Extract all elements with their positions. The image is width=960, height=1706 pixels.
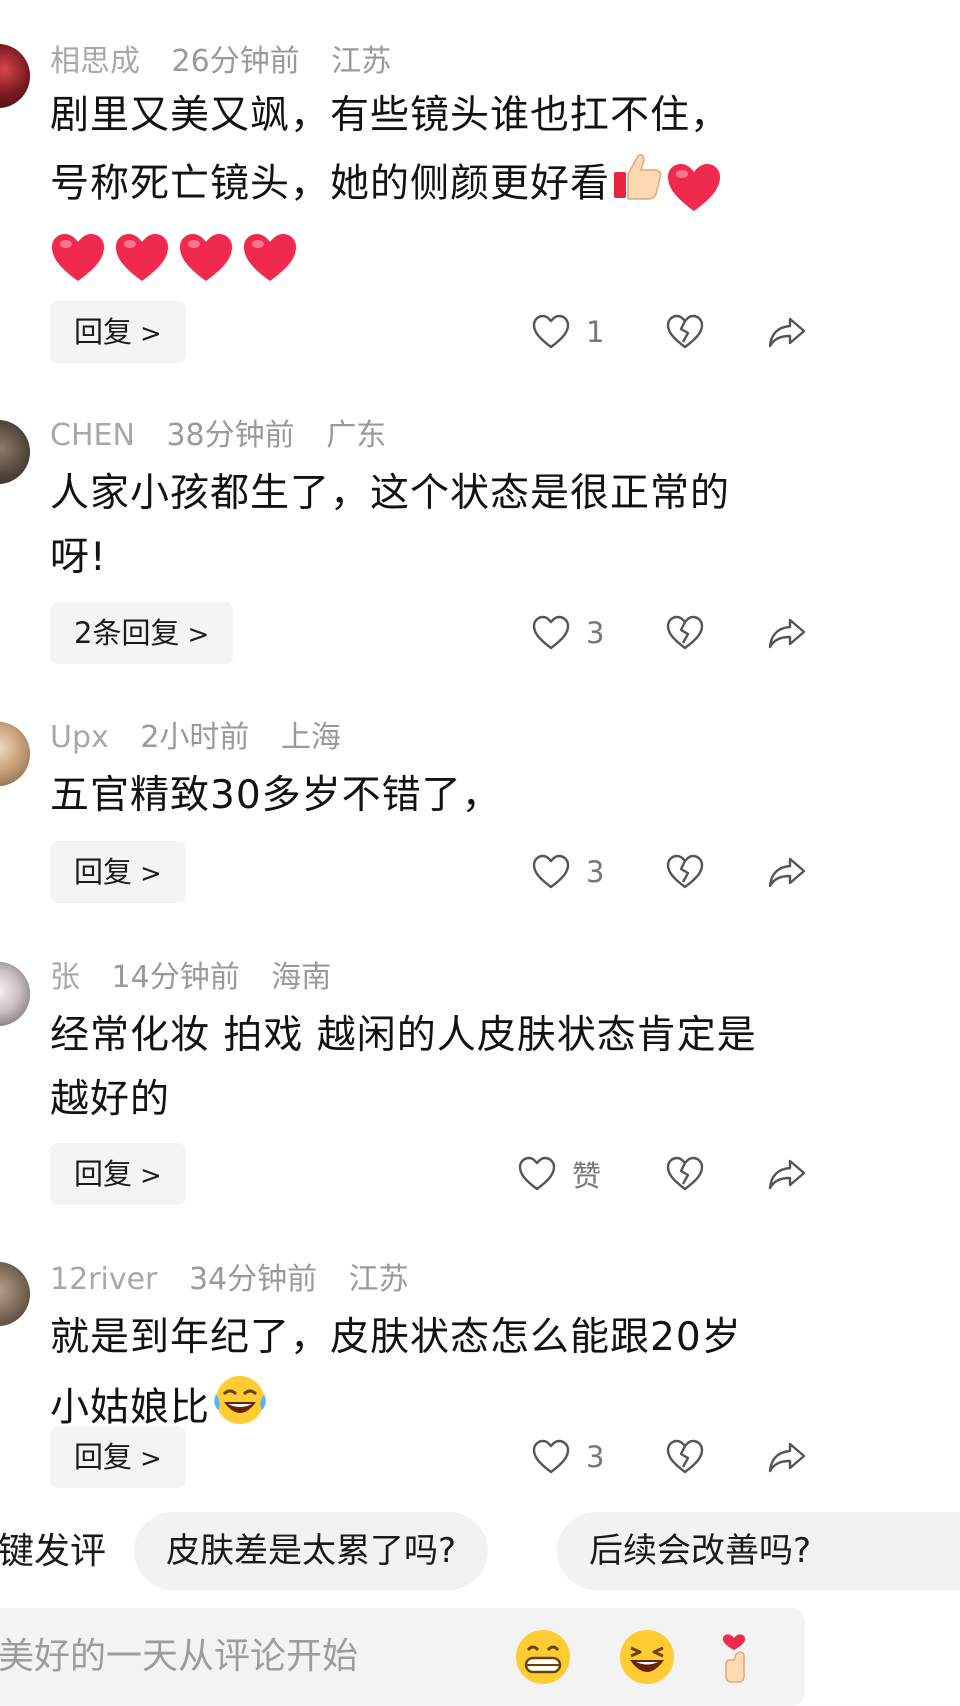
like-count: 3 <box>586 855 605 889</box>
avatar[interactable] <box>0 420 30 484</box>
like-count: 3 <box>586 616 605 650</box>
username[interactable]: 相思成 <box>50 44 140 80</box>
comment-text: 剧里又美又飒，有些镜头谁也扛不住， 号称死亡镜头，她的侧颜更好看 <box>50 84 830 288</box>
comment-text-line-with-emoji: 号称死亡镜头，她的侧颜更好看 <box>50 148 830 224</box>
like-button[interactable]: 3 <box>530 1427 604 1487</box>
comment-time: 34分钟前 <box>188 1262 318 1297</box>
grinning-emoji[interactable] <box>512 1626 574 1688</box>
comment-meta: CHEN 38分钟前 广东 <box>50 418 386 454</box>
comment-location: 上海 <box>280 720 341 755</box>
comment-text: 人家小孩都生了，这个状态是很正常的 呀! <box>50 462 830 590</box>
share-button[interactable] <box>766 1427 808 1487</box>
comment-text-line: 呀! <box>50 535 107 580</box>
username[interactable]: 12river <box>50 1262 157 1298</box>
like-count: 1 <box>586 315 605 349</box>
username[interactable]: Upx <box>50 720 109 756</box>
like-count: 3 <box>586 1440 605 1474</box>
comment-text-line: 经常化妆 拍戏 越闲的人皮肤状态肯定是 <box>50 1013 757 1058</box>
comment-location: 江苏 <box>331 44 392 79</box>
like-button[interactable]: 赞 <box>516 1144 601 1204</box>
avatar[interactable] <box>0 44 30 108</box>
comment-meta: 12river 34分钟前 江苏 <box>50 1262 409 1298</box>
quick-comment-label: 键发评 <box>0 1531 107 1572</box>
share-arrow-icon <box>768 857 806 888</box>
laughing-emoji[interactable] <box>616 1626 678 1688</box>
red-heart-emoji <box>666 154 730 218</box>
red-heart-emoji <box>116 233 168 281</box>
comment-actions: 1 <box>0 302 960 362</box>
share-arrow-icon <box>768 618 806 649</box>
comment-meta: 相思成 26分钟前 江苏 <box>50 44 391 80</box>
broken-heart-icon <box>666 1439 704 1474</box>
comment-text-line: 剧里又美又飒，有些镜头谁也扛不住， <box>50 93 731 138</box>
comment-actions: 3 <box>0 1427 960 1487</box>
share-arrow-icon <box>768 317 806 348</box>
dislike-button[interactable] <box>664 603 706 663</box>
finger-heart-emoji[interactable] <box>710 1626 772 1688</box>
comment-location: 江苏 <box>348 1262 409 1297</box>
comment-time: 14分钟前 <box>111 960 240 995</box>
username[interactable]: 张 <box>50 960 80 996</box>
share-arrow-icon <box>768 1159 806 1190</box>
comment-text-line: 五官精致30多岁不错了， <box>50 773 502 818</box>
comment-actions: 3 <box>0 842 960 902</box>
quick-comment-bar: 键发评 皮肤差是太累了吗? 后续会改善吗? <box>0 1512 960 1592</box>
avatar[interactable] <box>0 722 30 786</box>
like-button[interactable]: 3 <box>530 603 604 663</box>
comment-location: 广东 <box>326 418 387 453</box>
comment-time: 26分钟前 <box>171 44 300 79</box>
avatar[interactable] <box>0 962 30 1026</box>
broken-heart-icon <box>666 314 704 349</box>
avatar[interactable] <box>0 1262 30 1326</box>
comment-meta: 张 14分钟前 海南 <box>50 960 331 996</box>
comment-text-line: 就是到年纪了，皮肤状态怎么能跟20岁 <box>50 1315 742 1360</box>
emoji-row <box>50 224 830 288</box>
comment-time: 38分钟前 <box>166 418 295 453</box>
username[interactable]: CHEN <box>50 418 135 454</box>
comment-meta: Upx 2小时前 上海 <box>50 720 341 756</box>
comment-actions: 3 <box>0 603 960 663</box>
comment-actions: 赞 <box>0 1144 960 1204</box>
comment-list: 相思成 26分钟前 江苏 剧里又美又飒，有些镜头谁也扛不住， 号称死亡镜头，她的… <box>0 0 960 1492</box>
thumbs-up-emoji <box>610 148 666 224</box>
comment-input-bar[interactable]: 美好的一天从评论开始 <box>0 1608 805 1706</box>
like-button[interactable]: 3 <box>530 842 604 902</box>
heart-outline-icon <box>532 1439 570 1474</box>
comment-text-line: 号称死亡镜头，她的侧颜更好看 <box>50 161 611 207</box>
red-heart-emoji <box>180 233 232 281</box>
red-heart-emoji <box>52 233 104 281</box>
comment-text-line: 小姑娘比 <box>50 1385 211 1431</box>
share-arrow-icon <box>768 1442 806 1473</box>
broken-heart-icon <box>666 1156 704 1191</box>
like-button[interactable]: 1 <box>530 302 604 362</box>
heart-outline-icon <box>532 615 570 650</box>
red-heart-emoji <box>244 233 296 281</box>
heart-outline-icon <box>518 1156 556 1191</box>
comment-text-line: 人家小孩都生了，这个状态是很正常的 <box>50 471 731 516</box>
comment-input-placeholder[interactable]: 美好的一天从评论开始 <box>0 1608 358 1706</box>
comment-text-line: 越好的 <box>50 1077 171 1122</box>
share-button[interactable] <box>766 842 808 902</box>
share-button[interactable] <box>766 1144 808 1204</box>
comment-text: 五官精致30多岁不错了， <box>50 764 830 828</box>
dislike-button[interactable] <box>664 302 706 362</box>
comment-text: 经常化妆 拍戏 越闲的人皮肤状态肯定是 越好的 <box>50 1004 830 1132</box>
heart-outline-icon <box>532 854 570 889</box>
share-button[interactable] <box>766 302 808 362</box>
dislike-button[interactable] <box>664 1427 706 1487</box>
broken-heart-icon <box>666 615 704 650</box>
comment-time: 2小时前 <box>140 720 250 755</box>
quick-comment-chip[interactable]: 皮肤差是太累了吗? <box>134 1512 489 1590</box>
comment-location: 海南 <box>271 960 332 995</box>
share-button[interactable] <box>766 603 808 663</box>
like-count: 赞 <box>572 1159 602 1193</box>
quick-comment-chip[interactable]: 后续会改善吗? <box>557 1512 960 1590</box>
dislike-button[interactable] <box>664 842 706 902</box>
heart-outline-icon <box>532 314 570 349</box>
broken-heart-icon <box>666 854 704 889</box>
dislike-button[interactable] <box>664 1144 706 1204</box>
